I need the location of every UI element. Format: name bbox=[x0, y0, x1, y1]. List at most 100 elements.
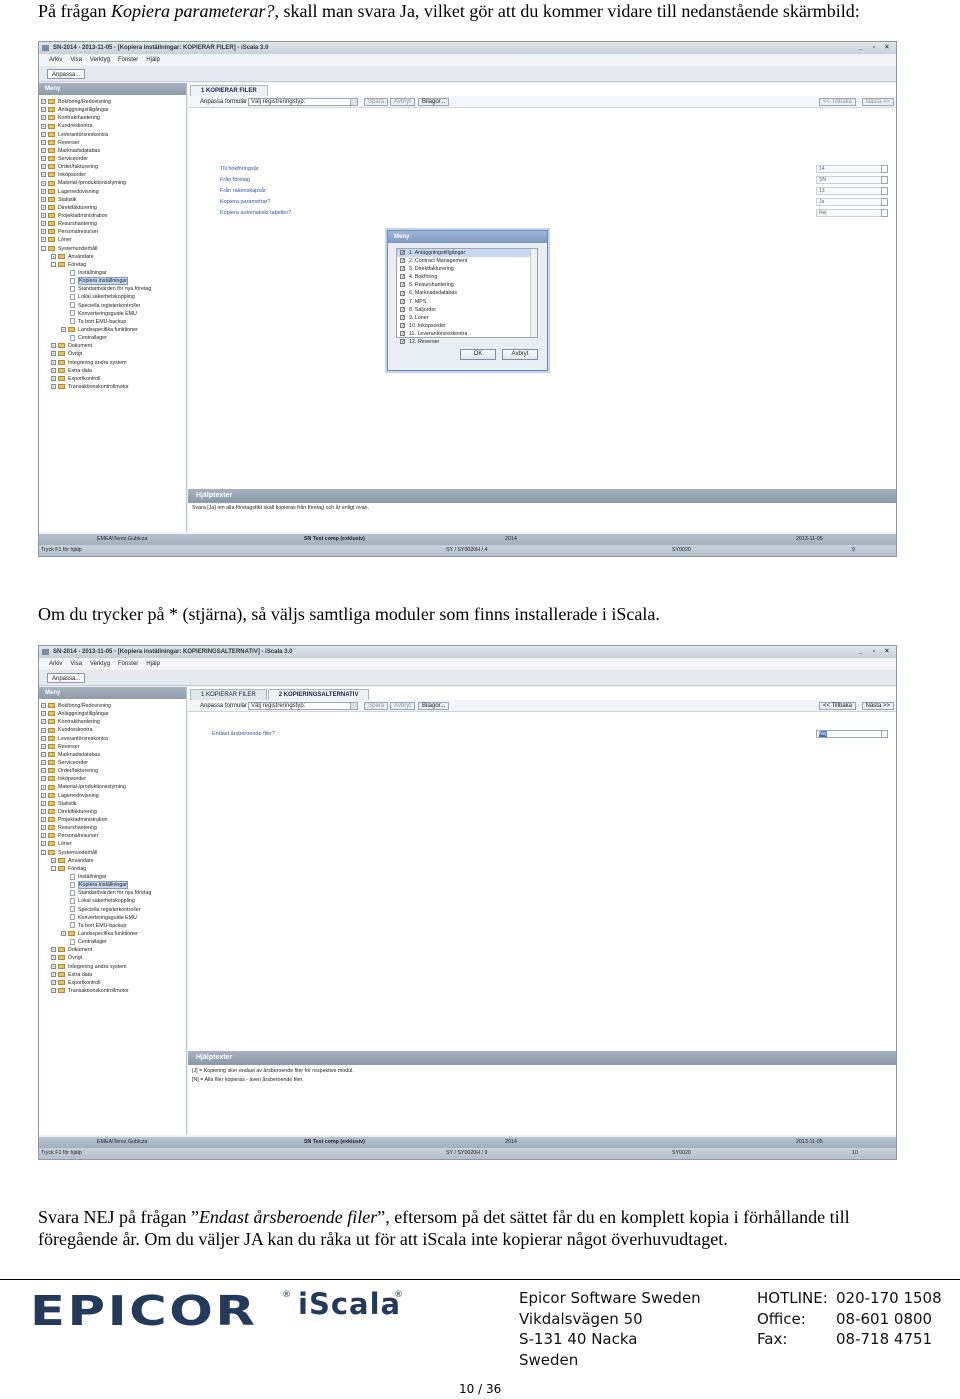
tree-node[interactable]: + Transaktionskontrollmotor bbox=[39, 383, 186, 391]
tree-node[interactable]: + Bokföring/Redovisning bbox=[39, 98, 186, 106]
expand-icon[interactable]: + bbox=[41, 107, 46, 113]
tree-node[interactable]: + Marknadsdatabas bbox=[39, 147, 186, 155]
expand-icon[interactable]: + bbox=[41, 139, 46, 145]
expand-icon[interactable]: + bbox=[51, 343, 56, 349]
answer-fiscal-year-field[interactable]: 13 bbox=[816, 187, 888, 195]
checkbox-checked-icon[interactable]: ✓ bbox=[400, 331, 405, 337]
menu-fonster[interactable]: Fönster bbox=[118, 661, 138, 667]
anpassa-button[interactable]: Anpassa... bbox=[47, 673, 86, 683]
expand-icon[interactable]: + bbox=[51, 359, 56, 365]
module-list-item[interactable]: ✓ 7. MPS bbox=[397, 298, 537, 306]
expand-icon[interactable]: + bbox=[41, 164, 46, 170]
expand-icon[interactable]: + bbox=[41, 792, 46, 798]
module-list-item[interactable]: ✓ 2. Contract Management bbox=[397, 257, 537, 265]
tree-node[interactable]: Inställningar bbox=[39, 873, 186, 881]
expand-icon[interactable]: + bbox=[41, 735, 46, 741]
expand-icon[interactable]: + bbox=[41, 99, 46, 105]
tree-node[interactable]: + Personalresurser bbox=[39, 832, 186, 840]
module-list-item[interactable]: ✓ 9. Löner bbox=[397, 314, 537, 322]
expand-icon[interactable]: + bbox=[41, 147, 46, 153]
tree-node[interactable]: + Lagerredovisning bbox=[39, 792, 186, 800]
tree-node[interactable]: Ta bort EMU-backup bbox=[39, 922, 186, 930]
tree-node[interactable]: + Projektadministration bbox=[39, 212, 186, 220]
checkbox-checked-icon[interactable]: ✓ bbox=[400, 290, 405, 296]
expand-icon[interactable]: + bbox=[41, 833, 46, 839]
answer-copy-tables-field[interactable]: Nej bbox=[816, 209, 888, 217]
tree-node[interactable]: Lokal säkerhetskoppling bbox=[39, 897, 186, 905]
tree-node[interactable]: + Landsspecifika funktioner bbox=[39, 326, 186, 334]
expand-icon[interactable]: + bbox=[51, 351, 56, 357]
expand-icon[interactable]: + bbox=[41, 123, 46, 129]
tree-node[interactable]: + Serviceorder bbox=[39, 155, 186, 163]
tree-node[interactable]: + Integrering andra system bbox=[39, 359, 186, 367]
tree-node[interactable]: - Systemunderhåll bbox=[39, 245, 186, 253]
tree-node[interactable]: - Företag bbox=[39, 865, 186, 873]
expand-icon[interactable]: + bbox=[51, 375, 56, 381]
tree-node[interactable]: + Lagerredovisning bbox=[39, 188, 186, 196]
tree-node[interactable]: Inställningar bbox=[39, 269, 186, 277]
tree-node[interactable]: + Material-/produktionsstyrning bbox=[39, 783, 186, 791]
tab-kopierar-filer[interactable]: 1 KOPIERAR FILER bbox=[190, 85, 268, 96]
tree-node[interactable]: + Order/fakturering bbox=[39, 767, 186, 775]
tree-node[interactable]: + Order/fakturering bbox=[39, 163, 186, 171]
expand-icon[interactable]: + bbox=[41, 719, 46, 725]
expand-icon[interactable]: + bbox=[51, 979, 56, 985]
tree-node[interactable]: + Resurshantering bbox=[39, 220, 186, 228]
expand-icon[interactable]: + bbox=[41, 156, 46, 162]
expand-icon[interactable]: + bbox=[51, 947, 56, 953]
expand-icon[interactable]: + bbox=[41, 760, 46, 766]
expand-icon[interactable]: + bbox=[61, 931, 66, 937]
tree-node[interactable]: Lokal säkerhetskoppling bbox=[39, 293, 186, 301]
expand-icon[interactable]: + bbox=[41, 213, 46, 219]
tree-node[interactable]: + Kundreskontra bbox=[39, 122, 186, 130]
tree-node[interactable]: + Användare bbox=[39, 253, 186, 261]
registration-type-select[interactable]: Välj registreringstyp: bbox=[248, 702, 358, 710]
tree-node[interactable]: + Direktfakturering bbox=[39, 204, 186, 212]
expand-icon[interactable]: + bbox=[51, 971, 56, 977]
tree-node[interactable]: + Leverantörsreskontra bbox=[39, 735, 186, 743]
menu-hjalp[interactable]: Hjälp bbox=[146, 57, 160, 63]
tree-node[interactable]: + Transaktionskontrollmotor bbox=[39, 987, 186, 995]
tree-node[interactable]: Speciella registerkontroller bbox=[39, 302, 186, 310]
menu-arkiv[interactable]: Arkiv bbox=[49, 661, 62, 667]
expand-icon[interactable]: + bbox=[41, 743, 46, 749]
tree-node[interactable]: Standardvärden för nya företag bbox=[39, 285, 186, 293]
expand-icon[interactable]: + bbox=[41, 237, 46, 243]
module-list-item[interactable]: ✓ 8. Säljorder bbox=[397, 306, 537, 314]
tab-kopierar-filer[interactable]: 1 KOPIERAR FILER bbox=[190, 689, 267, 700]
tree-node[interactable]: + Personalresurser bbox=[39, 228, 186, 236]
tree-node[interactable]: + Reverser bbox=[39, 743, 186, 751]
expand-icon[interactable]: + bbox=[41, 727, 46, 733]
tree-node[interactable]: + Kontrakthantering bbox=[39, 718, 186, 726]
expand-icon[interactable]: + bbox=[41, 196, 46, 202]
menu-arkiv[interactable]: Arkiv bbox=[49, 57, 62, 63]
tree-node[interactable]: Ta bort EMU-backup bbox=[39, 318, 186, 326]
expand-icon[interactable]: + bbox=[41, 703, 46, 709]
checkbox-checked-icon[interactable]: ✓ bbox=[400, 274, 405, 280]
tree-node[interactable]: + Kontrakthantering bbox=[39, 114, 186, 122]
expand-icon[interactable]: + bbox=[51, 384, 56, 390]
next-button[interactable]: Nästa >> bbox=[861, 98, 894, 106]
expand-icon[interactable]: + bbox=[41, 751, 46, 757]
tree-node[interactable]: + Landsspecifika funktioner bbox=[39, 930, 186, 938]
menu-verktyg[interactable]: Verktyg bbox=[90, 661, 110, 667]
expand-icon[interactable]: + bbox=[41, 808, 46, 814]
collapse-icon[interactable]: - bbox=[51, 261, 56, 267]
checkbox-checked-icon[interactable]: ✓ bbox=[400, 282, 405, 288]
menu-fonster[interactable]: Fönster bbox=[118, 57, 138, 63]
module-list-item[interactable]: ✓ 10. Inköpsorder bbox=[397, 322, 537, 330]
tree-node[interactable]: + Dokument bbox=[39, 946, 186, 954]
tree-node[interactable]: + Statistik bbox=[39, 196, 186, 204]
menu-visa[interactable]: Visa bbox=[70, 661, 82, 667]
expand-icon[interactable]: + bbox=[51, 988, 56, 994]
module-list-item[interactable]: ✓ 11. Leverantörsreskontra bbox=[397, 330, 537, 338]
checkbox-checked-icon[interactable]: ✓ bbox=[400, 322, 405, 328]
expand-icon[interactable]: + bbox=[41, 841, 46, 847]
expand-icon[interactable]: + bbox=[41, 825, 46, 831]
expand-icon[interactable]: + bbox=[41, 711, 46, 717]
expand-icon[interactable]: + bbox=[51, 963, 56, 969]
expand-icon[interactable]: + bbox=[41, 784, 46, 790]
module-list-item[interactable]: ✓ 5. Resurshantering bbox=[397, 281, 537, 289]
expand-icon[interactable]: + bbox=[41, 188, 46, 194]
tree-node[interactable]: + Exportkontroll bbox=[39, 979, 186, 987]
